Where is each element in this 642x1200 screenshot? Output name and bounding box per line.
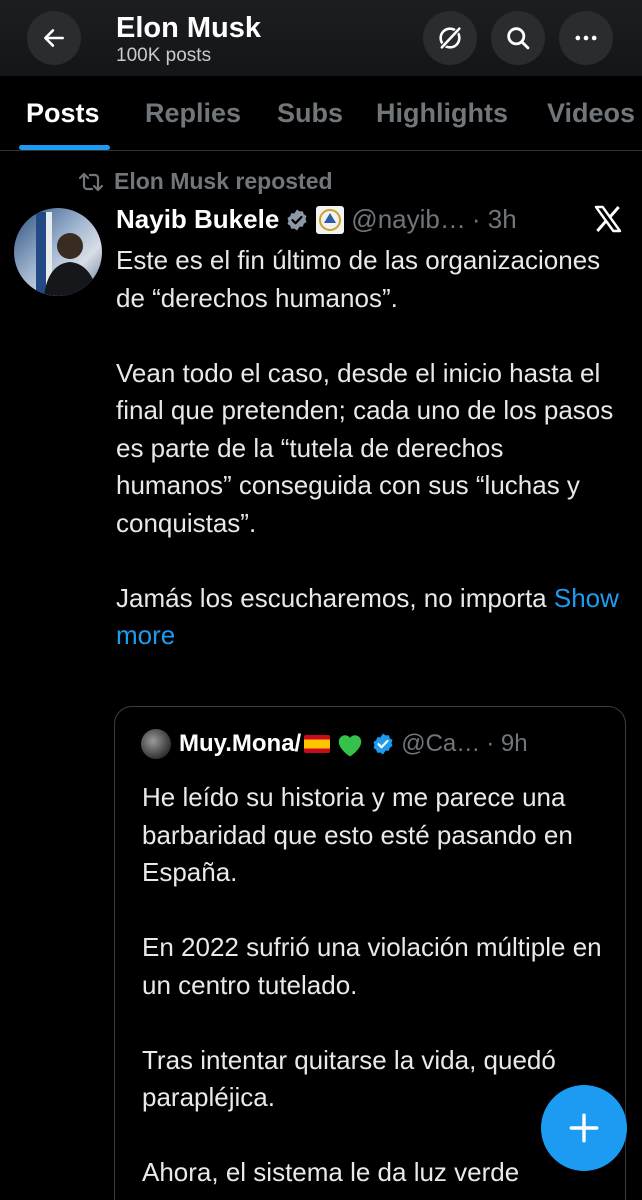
repost-icon — [78, 172, 104, 191]
tab-highlights[interactable]: Highlights — [376, 98, 508, 129]
header-title-block: Elon Musk 100K posts — [116, 12, 261, 67]
search-icon — [507, 27, 530, 50]
el-salvador-seal-icon — [316, 205, 345, 234]
repost-indicator[interactable]: Elon Musk reposted — [78, 168, 333, 195]
active-tab-indicator — [19, 145, 110, 150]
post-paragraph: Vean todo el caso, desde el inicio hasta… — [116, 357, 614, 538]
post-paragraph: Este es el fin último de las organizacio… — [116, 245, 601, 313]
post-author-row: Nayib Bukele @nayib… · 3h — [116, 204, 517, 235]
more-button[interactable] — [559, 11, 613, 65]
search-button[interactable] — [491, 11, 545, 65]
quote-paragraph: En 2022 sufrió una violación múltiple en… — [142, 932, 602, 1000]
grok-icon — [439, 27, 462, 49]
quoted-author-avatar — [141, 729, 171, 759]
author-name[interactable]: Nayib Bukele — [116, 204, 279, 235]
repost-label: Elon Musk reposted — [114, 168, 333, 194]
tab-posts[interactable]: Posts — [26, 98, 100, 129]
back-arrow-icon — [44, 29, 64, 47]
post-paragraph-last: Jamás los escucharemos, no importa Show … — [116, 580, 626, 655]
profile-screen: Elon Musk 100K posts Posts Replies Subs — [0, 0, 642, 1200]
post-truncated-text: Jamás los escucharemos, no importa — [116, 582, 547, 613]
post-time[interactable]: · 3h — [472, 204, 517, 235]
back-button[interactable] — [27, 11, 81, 65]
quoted-post-body: He leído su historia y me parece una bar… — [142, 779, 602, 1192]
profile-tabs: Posts Replies Subs Highlights Videos — [0, 76, 642, 151]
more-icon — [575, 35, 597, 41]
tab-videos[interactable]: Videos — [547, 98, 635, 129]
spain-flag-icon — [304, 735, 331, 753]
green-heart-icon — [338, 735, 362, 757]
tab-subs[interactable]: Subs — [277, 98, 343, 129]
quoted-post-time: · 9h — [486, 730, 528, 757]
author-avatar[interactable] — [14, 208, 102, 296]
quote-paragraph: He leído su historia y me parece una bar… — [142, 782, 573, 887]
profile-name: Elon Musk — [116, 12, 262, 44]
quoted-author-handle: @Ca… — [401, 730, 481, 757]
quoted-post-header: Muy.Mona/ @Ca… · 9h — [141, 729, 528, 759]
quoted-author-name: Muy.Mona/ — [179, 730, 302, 757]
x-logo-icon — [594, 205, 622, 233]
verified-badge-icon — [373, 733, 393, 755]
verified-badge-icon — [287, 209, 307, 230]
profile-header: Elon Musk 100K posts — [0, 0, 642, 76]
plus-icon — [569, 1113, 599, 1143]
compose-button[interactable] — [541, 1085, 627, 1171]
quote-paragraph: Tras intentar quitarse la vida, quedó pa… — [142, 1044, 556, 1113]
post-count: 100K posts — [116, 45, 212, 66]
quote-paragraph: Ahora, el sistema le da luz verde — [142, 1157, 520, 1187]
grok-button[interactable] — [423, 11, 477, 65]
tab-replies[interactable]: Replies — [145, 98, 241, 129]
author-handle[interactable]: @nayib… — [351, 204, 466, 235]
avatar-image — [36, 212, 98, 296]
post-body[interactable]: Este es el fin último de las organizacio… — [116, 242, 626, 655]
